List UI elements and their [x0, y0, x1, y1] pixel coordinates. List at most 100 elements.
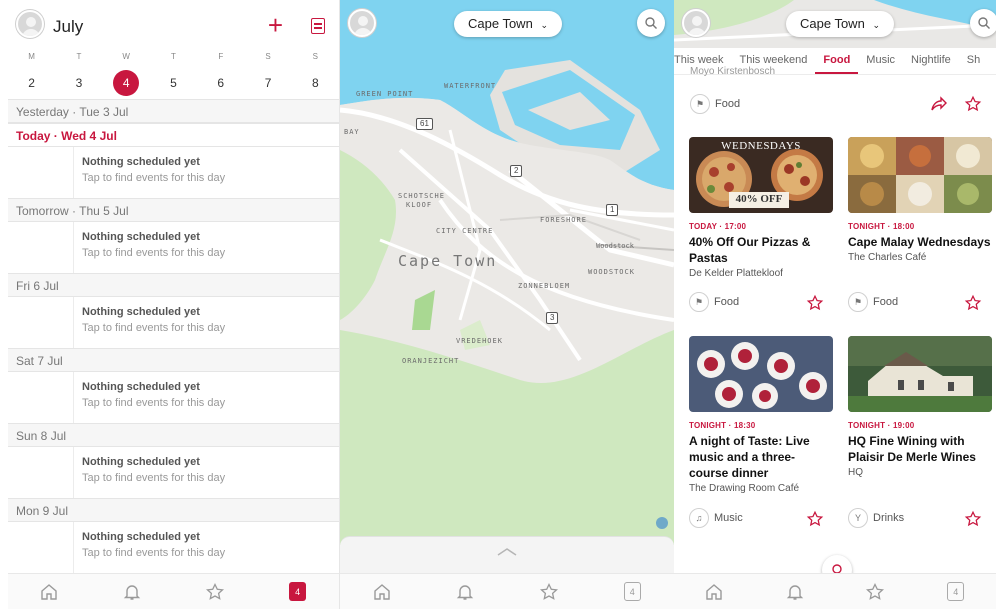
chevron-down-icon: ⌄	[540, 20, 548, 30]
star-icon[interactable]	[806, 294, 824, 312]
bell-icon[interactable]	[121, 581, 143, 603]
cocktail-glass-icon: Y	[848, 508, 868, 528]
star-icon[interactable]	[864, 581, 886, 603]
city-selector[interactable]: Cape Town ⌄	[454, 11, 562, 37]
weekday-label: W	[122, 52, 130, 61]
list-view-icon[interactable]	[311, 18, 325, 34]
empty-day-slot[interactable]: Nothing scheduled yet Tap to find events…	[73, 447, 339, 498]
calendar-badge: 4	[623, 582, 641, 601]
date-number: 5	[170, 76, 177, 90]
avatar[interactable]	[16, 10, 44, 38]
date-cell[interactable]: 3	[55, 70, 102, 96]
date-cell[interactable]: 2	[8, 70, 55, 96]
empty-day-slot[interactable]: Nothing scheduled yet Tap to find events…	[73, 297, 339, 348]
event-image-pizza: WEDNESDAYS 40% OFF	[689, 137, 833, 213]
event-time: TODAY · 17:00	[689, 222, 747, 231]
date-number: 4	[113, 70, 140, 96]
search-button[interactable]	[637, 9, 665, 37]
day-header-today: Today · Wed 4 Jul	[8, 123, 339, 147]
calendar-badge: 4	[289, 582, 307, 601]
tab-nightlife[interactable]: Nightlife	[903, 50, 959, 74]
image-discount-tag: 40% OFF	[735, 193, 783, 205]
calendar-icon[interactable]: 4	[287, 581, 309, 603]
bell-icon[interactable]	[784, 581, 806, 603]
event-time: TONIGHT · 18:30	[689, 421, 756, 430]
star-icon[interactable]	[964, 95, 982, 113]
date-cell-selected[interactable]: 4	[103, 70, 150, 96]
event-card[interactable]: TONIGHT · 18:30 A night of Taste: Live m…	[689, 336, 833, 494]
tab-food[interactable]: Food	[815, 50, 859, 74]
empty-day-slot[interactable]: Nothing scheduled yet Tap to find events…	[73, 222, 339, 273]
weekday-row: M T W T F S S	[8, 52, 339, 61]
tab-music[interactable]: Music	[858, 50, 903, 74]
star-icon[interactable]	[964, 294, 982, 312]
date-number: 8	[311, 76, 319, 90]
star-icon[interactable]	[964, 510, 982, 528]
search-icon	[978, 17, 990, 29]
tab-shopping[interactable]: Sh	[959, 50, 988, 74]
date-number: 6	[217, 76, 225, 90]
star-icon[interactable]	[538, 581, 560, 603]
date-cell[interactable]: 7	[244, 70, 291, 96]
screenshot-stage: July + M T W T F S S 2 3 4 5 6 7 8 Yeste…	[0, 0, 996, 609]
empty-day-slot[interactable]: Nothing scheduled yet Tap to find events…	[73, 522, 339, 573]
avatar[interactable]	[348, 9, 376, 37]
calendar-icon[interactable]: 4	[621, 581, 643, 603]
chevron-down-icon: ⌄	[872, 20, 880, 30]
bell-icon[interactable]	[454, 581, 476, 603]
home-icon[interactable]	[371, 581, 393, 603]
partially-visible-venue: Moyo Kirstenbosch	[690, 66, 776, 77]
add-event-button[interactable]: +	[268, 12, 283, 38]
map-label-kloof: KLOOF	[406, 201, 433, 209]
weekday-label: S	[312, 52, 318, 61]
star-icon[interactable]	[204, 581, 226, 603]
event-venue: The Charles Café	[848, 252, 927, 263]
empty-hint: Tap to find events for this day	[82, 547, 226, 559]
category-label: Music	[714, 512, 743, 524]
category-row: Y Drinks	[848, 508, 904, 528]
event-image-dessert	[689, 336, 833, 412]
event-card[interactable]: WEDNESDAYS 40% OFF TODAY · 17:00 40% Off…	[689, 137, 833, 279]
star-icon[interactable]	[806, 510, 824, 528]
events-sheet-handle[interactable]	[340, 536, 674, 573]
date-row: 2 3 4 5 6 7 8	[8, 70, 339, 96]
day-header: Sun 8 Jul	[8, 423, 339, 447]
category-row: ⚑ Food	[689, 292, 739, 312]
event-title: Cape Malay Wednesdays	[848, 235, 991, 249]
event-time: TONIGHT · 18:00	[848, 222, 915, 231]
empty-hint: Tap to find events for this day	[82, 397, 226, 409]
route-shield: 2	[510, 165, 523, 177]
share-icon[interactable]	[930, 96, 948, 112]
calendar-header: July +	[8, 8, 339, 44]
event-title: HQ Fine Wining with Plaisir De Merle Win…	[848, 434, 976, 464]
home-icon[interactable]	[38, 581, 60, 603]
weekday-label: T	[76, 52, 82, 61]
map-city-label: Cape Town	[398, 252, 498, 270]
home-icon[interactable]	[703, 581, 725, 603]
map-label-bay: BAY	[344, 128, 360, 136]
event-venue: HQ	[848, 467, 863, 478]
empty-title: Nothing scheduled yet	[82, 456, 200, 468]
city-map[interactable]: GREEN POINT WATERFRONT BAY SCHOTSCHE KLO…	[340, 0, 674, 545]
empty-title: Nothing scheduled yet	[82, 156, 200, 168]
empty-hint: Tap to find events for this day	[82, 322, 226, 334]
category-row: ⚑ Food	[848, 292, 898, 312]
date-cell[interactable]: 8	[292, 70, 339, 96]
bottom-nav: 4	[340, 573, 674, 609]
bottom-nav: 4	[674, 573, 996, 609]
date-cell[interactable]: 6	[197, 70, 244, 96]
avatar[interactable]	[682, 9, 710, 37]
category-row: ♫ Music	[689, 508, 743, 528]
event-card[interactable]: TONIGHT · 18:00 Cape Malay Wednesdays Th…	[848, 137, 992, 263]
empty-hint: Tap to find events for this day	[82, 472, 226, 484]
calendar-icon[interactable]: 4	[945, 581, 967, 603]
empty-day-slot[interactable]: Nothing scheduled yet Tap to find events…	[73, 147, 339, 198]
event-card[interactable]: TONIGHT · 19:00 HQ Fine Wining with Plai…	[848, 336, 992, 478]
empty-day-slot[interactable]: Nothing scheduled yet Tap to find events…	[73, 372, 339, 423]
category-label: Food	[714, 296, 740, 308]
date-cell[interactable]: 5	[150, 70, 197, 96]
search-button[interactable]	[970, 9, 996, 37]
fork-knife-icon: ⚑	[848, 292, 868, 312]
city-selector[interactable]: Cape Town ⌄	[786, 11, 894, 37]
day-header: Tomorrow · Thu 5 Jul	[8, 198, 339, 222]
